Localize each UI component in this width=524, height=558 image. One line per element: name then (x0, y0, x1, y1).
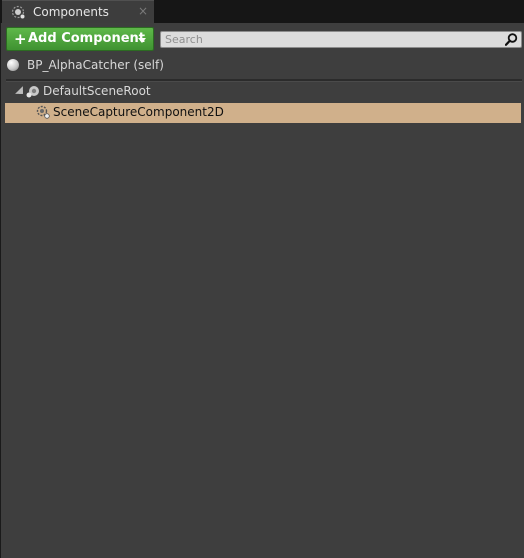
self-row[interactable]: BP_AlphaCatcher (self) (1, 56, 524, 76)
close-icon[interactable]: × (138, 4, 148, 18)
search-input[interactable] (165, 32, 495, 47)
components-panel: + Add Component BP_AlphaCatcher (self) (1, 23, 524, 558)
tree-item-scene-capture-component-2d[interactable]: SceneCaptureComponent2D (5, 103, 521, 123)
add-component-button[interactable]: + Add Component (6, 27, 154, 51)
tree-item-label: SceneCaptureComponent2D (53, 105, 224, 119)
toolbar: + Add Component (1, 23, 524, 56)
expand-arrow-icon[interactable] (15, 86, 23, 94)
self-label: BP_AlphaCatcher (self) (27, 58, 164, 72)
search-box[interactable] (160, 31, 522, 48)
scene-root-icon (25, 84, 41, 100)
plus-icon: + (14, 30, 27, 48)
components-icon (11, 5, 25, 19)
tab-label: Components (33, 5, 109, 19)
scene-capture-icon (35, 104, 51, 120)
chevron-down-icon (138, 38, 146, 43)
tab-components[interactable]: Components × (2, 0, 154, 23)
tree-item-label: DefaultSceneRoot (43, 84, 151, 98)
tree-item-default-scene-root[interactable]: DefaultSceneRoot (5, 82, 521, 102)
tab-bar: Components × (0, 0, 524, 23)
sphere-icon (7, 59, 19, 71)
search-icon[interactable] (504, 33, 518, 46)
add-component-label: Add Component (28, 31, 145, 46)
